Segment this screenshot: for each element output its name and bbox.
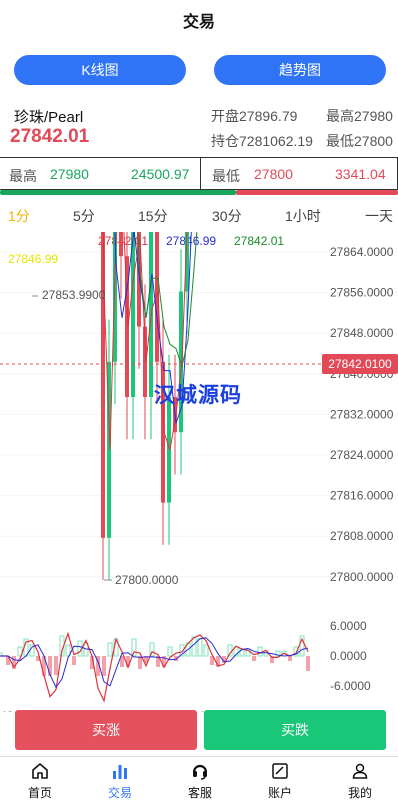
macd-bar [197, 638, 203, 657]
tab-home-label: 首页 [27, 786, 52, 800]
macd-bar [138, 656, 142, 669]
tab-service[interactable]: 客服 [160, 757, 240, 801]
hilo-high-amount: 24500.97 [131, 166, 190, 182]
price-axis-label: 27848.0000 [330, 326, 394, 340]
low-stat: 最低27800 [326, 131, 393, 151]
price-axis-label: 27808.0000 [330, 529, 394, 543]
tab-30m[interactable]: 30分 [212, 206, 242, 226]
tab-home[interactable]: 首页 [0, 757, 80, 801]
tab-15m[interactable]: 15分 [138, 206, 168, 226]
ma5-line [102, 232, 188, 450]
high-value: 27980 [354, 108, 393, 124]
tab-account-label: 账户 [267, 786, 292, 800]
macd-bar [54, 656, 58, 675]
open-label: 开盘 [211, 108, 239, 124]
hilo-divider [200, 158, 201, 189]
tab-mine[interactable]: 我的 [320, 757, 398, 801]
low-value: 27800 [354, 133, 393, 149]
buy-down-button[interactable]: 买跌 [204, 710, 386, 750]
tab-1m[interactable]: 1分 [8, 206, 30, 226]
hilo-high-label: 最高 [9, 168, 37, 184]
current-price-tag: 27842.0100 [322, 354, 398, 374]
candle-body [131, 232, 135, 397]
high-stat: 最高27980 [326, 106, 393, 126]
price-axis-label: 27856.0000 [330, 286, 394, 300]
hilo-low-label: 最低 [212, 168, 240, 184]
symbol-name: 珍珠/Pearl [14, 109, 84, 126]
tab-1h[interactable]: 1小时 [285, 206, 321, 226]
candle-body [101, 232, 105, 538]
macd-bar [306, 656, 310, 671]
price-axis-label: 27824.0000 [330, 448, 394, 462]
hilo-high-value: 27980 [50, 166, 89, 182]
hold-label: 持仓 [211, 133, 239, 149]
macd-axis-label: 6.0000 [330, 619, 367, 633]
macd-bar [48, 656, 52, 676]
watermark: 汉城源码 [154, 384, 242, 407]
macd-bar [252, 656, 256, 661]
low-label: 最低 [326, 133, 354, 149]
high-label: 最高 [326, 108, 354, 124]
candlestick-chart[interactable]: 27864.000027856.000027848.000027840.0000… [0, 232, 398, 712]
user-icon [352, 763, 368, 779]
macd-bar [167, 646, 173, 657]
candle-body [113, 232, 117, 362]
macd-bar [102, 656, 106, 676]
price-axis-label: 27864.0000 [330, 245, 394, 259]
x-axis-label: 42 [0, 709, 14, 712]
tab-trade[interactable]: 交易 [80, 757, 160, 801]
bottom-tab-bar: 首页 交易 客服 账户 我的 [0, 756, 398, 801]
macd-axis-label: -6.0000 [330, 679, 371, 693]
min-price-label: 27800.0000 [115, 573, 179, 587]
symbol-price: 27842.01 [10, 126, 90, 147]
buy-up-button[interactable]: 买涨 [15, 710, 197, 750]
page-title: 交易 [182, 14, 215, 31]
kline-button[interactable]: K线图 [14, 55, 186, 85]
price-axis-label: 27816.0000 [330, 489, 394, 503]
macd-axis-label: 0.0000 [330, 649, 367, 663]
high-low-panel: 最高 27980 24500.97 最低 27800 3341.04 [0, 157, 398, 190]
headset-icon [192, 764, 208, 780]
hold-stat: 持仓7281062.19 [211, 131, 313, 151]
account-icon [272, 763, 288, 779]
home-icon [32, 763, 48, 779]
tab-trade-label: 交易 [107, 786, 132, 800]
tab-account[interactable]: 账户 [240, 757, 320, 801]
tab-service-label: 客服 [187, 786, 212, 800]
tab-mine-label: 我的 [347, 786, 372, 800]
tab-5m[interactable]: 5分 [73, 206, 95, 226]
open-value: 27896.79 [239, 108, 298, 124]
price-axis-label: 27800.0000 [330, 570, 394, 584]
max-price-label: 27853.9900 [42, 288, 106, 302]
high-ratio-bar [0, 190, 236, 195]
candle-body [119, 232, 123, 257]
macd-bar [257, 646, 263, 657]
open-stat: 开盘27896.79 [211, 106, 297, 126]
chart-icon [113, 765, 127, 779]
macd-bar [203, 644, 209, 657]
trend-button[interactable]: 趋势图 [214, 55, 386, 85]
hold-value: 7281062.19 [239, 133, 313, 149]
macd-bar [288, 656, 292, 661]
price-axis-label: 27832.0000 [330, 407, 394, 421]
tab-1d[interactable]: 一天 [365, 206, 393, 226]
macd-bar [72, 656, 76, 665]
hilo-low-amount: 3341.04 [335, 166, 386, 182]
low-ratio-bar [236, 190, 398, 195]
macd-bar [126, 656, 130, 667]
macd-bar [107, 642, 113, 657]
hilo-low-value: 27800 [254, 166, 293, 182]
